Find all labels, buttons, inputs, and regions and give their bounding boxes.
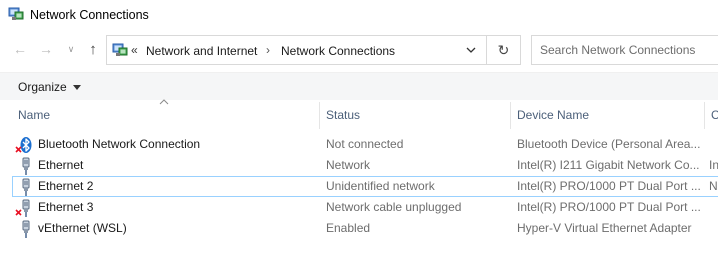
column-header-row: Name Status Device Name C xyxy=(0,102,718,129)
window-title: Network Connections xyxy=(30,8,149,22)
up-arrow-icon: ↑ xyxy=(89,40,97,58)
column-header-device-name[interactable]: Device Name xyxy=(511,102,705,129)
connection-name: Bluetooth Network Connection xyxy=(38,137,201,151)
ethernet-icon xyxy=(22,157,30,175)
breadcrumb-overflow[interactable]: « xyxy=(131,43,138,57)
address-bar[interactable]: « Network and Internet › Network Connect… xyxy=(106,35,487,65)
list-item[interactable]: Ethernet Network Intel(R) I211 Gigabit N… xyxy=(12,155,718,176)
organize-label: Organize xyxy=(18,80,67,94)
search-input[interactable] xyxy=(532,36,718,64)
column-header-connectivity[interactable]: C xyxy=(705,102,718,129)
connection-status: Not connected xyxy=(326,137,404,151)
column-header-name[interactable]: Name xyxy=(12,102,320,129)
connection-device: Intel(R) I211 Gigabit Network Co... xyxy=(517,158,700,172)
organize-button[interactable]: Organize xyxy=(18,80,81,94)
connection-name: Ethernet 2 xyxy=(38,179,94,193)
refresh-icon: ↻ xyxy=(497,41,510,58)
chevron-down-icon: ∨ xyxy=(67,43,75,54)
ethernet-icon xyxy=(22,220,30,238)
forward-button[interactable]: → xyxy=(37,40,55,58)
connection-status: Network cable unplugged xyxy=(326,200,462,214)
network-connections-icon xyxy=(112,43,128,56)
connection-name: Ethernet xyxy=(38,158,84,172)
chevron-right-icon[interactable]: › xyxy=(266,43,270,57)
network-connections-icon xyxy=(8,7,24,20)
connection-name: Ethernet 3 xyxy=(38,200,94,214)
connection-device: Intel(R) PRO/1000 PT Dual Port ... xyxy=(517,179,701,193)
recent-locations-button[interactable]: ∨ xyxy=(62,40,80,58)
disconnected-x-icon xyxy=(15,146,22,153)
connection-status: Network xyxy=(326,158,371,172)
list-item[interactable]: vEthernet (WSL) Enabled Hyper-V Virtual … xyxy=(12,218,718,239)
connection-device: Hyper-V Virtual Ethernet Adapter xyxy=(517,221,692,235)
connection-device: Bluetooth Device (Personal Area... xyxy=(517,137,701,151)
list-item[interactable]: Ethernet 2 Unidentified network Intel(R)… xyxy=(12,176,718,197)
breadcrumb-network-and-internet[interactable]: Network and Internet xyxy=(146,44,257,58)
command-bar: Organize xyxy=(0,72,718,100)
connection-connectivity: N xyxy=(709,179,718,193)
chevron-down-icon[interactable] xyxy=(466,45,476,55)
connection-name: vEthernet (WSL) xyxy=(38,221,127,235)
navigation-bar: ← → ∨ ↑ « Network and Internet › Network… xyxy=(0,32,718,68)
disconnected-x-icon xyxy=(15,209,22,216)
connection-status: Enabled xyxy=(326,221,371,235)
list-item[interactable]: Ethernet 3 Network cable unplugged Intel… xyxy=(12,197,718,218)
list-item[interactable]: Bluetooth Network Connection Not connect… xyxy=(12,134,718,155)
breadcrumb-network-connections[interactable]: Network Connections xyxy=(281,44,395,58)
title-bar: Network Connections xyxy=(0,0,718,30)
column-header-status[interactable]: Status xyxy=(320,102,511,129)
caret-down-icon xyxy=(72,85,81,90)
back-arrow-icon: ← xyxy=(13,41,27,57)
search-box[interactable] xyxy=(531,35,718,65)
ethernet-icon xyxy=(22,178,30,196)
back-button[interactable]: ← xyxy=(11,40,29,58)
up-button[interactable]: ↑ xyxy=(84,40,102,58)
forward-arrow-icon: → xyxy=(39,41,53,57)
connection-status: Unidentified network xyxy=(326,179,435,193)
connection-device: Intel(R) PRO/1000 PT Dual Port ... xyxy=(517,200,701,214)
refresh-button[interactable]: ↻ xyxy=(487,35,521,65)
connection-connectivity: In xyxy=(709,158,718,172)
